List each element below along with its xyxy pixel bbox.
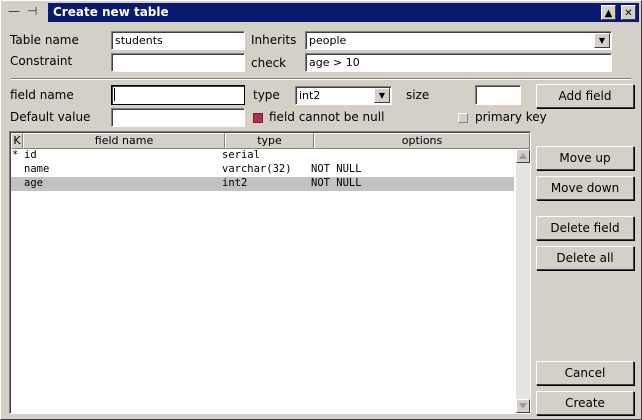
type-value: int2 bbox=[299, 89, 321, 102]
row-type: serial bbox=[222, 149, 260, 161]
row-field-name: name bbox=[24, 163, 50, 175]
delete-all-button[interactable]: Delete all bbox=[536, 246, 634, 270]
pin-icon[interactable]: ⊣ bbox=[27, 4, 37, 18]
window-title: Create new table bbox=[53, 5, 169, 19]
column-header-type[interactable]: type bbox=[225, 133, 314, 149]
chevron-down-icon bbox=[519, 403, 527, 409]
inherits-select[interactable]: people ▼ bbox=[305, 31, 612, 50]
table-name-label: Table name bbox=[10, 33, 79, 47]
default-value-label: Default value bbox=[10, 110, 91, 124]
text-cursor bbox=[114, 88, 115, 101]
vertical-scrollbar[interactable] bbox=[516, 149, 530, 413]
constraint-label: Constraint bbox=[10, 54, 73, 68]
move-up-button[interactable]: Move up bbox=[536, 146, 634, 170]
field-name-input[interactable] bbox=[111, 85, 245, 105]
scroll-up-button[interactable] bbox=[516, 149, 530, 163]
table-row[interactable]: * id serial bbox=[11, 149, 514, 163]
column-header-key[interactable]: K bbox=[11, 133, 23, 149]
default-value-input[interactable] bbox=[111, 108, 245, 127]
maximize-icon: ▲ bbox=[604, 8, 613, 19]
size-label: size bbox=[406, 88, 430, 102]
size-input[interactable] bbox=[475, 85, 521, 105]
chevron-down-icon[interactable]: ▼ bbox=[374, 88, 390, 103]
type-label: type bbox=[253, 88, 280, 102]
row-type: varchar(32) bbox=[222, 163, 292, 175]
maximize-button[interactable]: ▲ bbox=[601, 5, 616, 20]
chevron-down-icon[interactable]: ▼ bbox=[594, 33, 610, 48]
not-null-checkbox[interactable] bbox=[253, 113, 263, 123]
check-input[interactable]: age > 10 bbox=[305, 53, 612, 72]
row-options: NOT NULL bbox=[311, 163, 362, 175]
primary-key-checkbox[interactable] bbox=[458, 113, 468, 123]
separator bbox=[11, 78, 631, 80]
create-button[interactable]: Create bbox=[536, 391, 634, 415]
column-header-field-name[interactable]: field name bbox=[23, 133, 225, 149]
title-bar[interactable]: — ⊣ Create new table ▲ ✕ bbox=[3, 3, 639, 22]
create-table-dialog: — ⊣ Create new table ▲ ✕ Table name stud… bbox=[0, 0, 642, 420]
table-row[interactable]: name varchar(32) NOT NULL bbox=[11, 163, 514, 177]
close-icon: ✕ bbox=[624, 8, 633, 19]
title-bar-controls: — ⊣ bbox=[3, 3, 48, 22]
row-key: * bbox=[12, 149, 19, 161]
constraint-input[interactable] bbox=[111, 53, 245, 72]
add-field-button[interactable]: Add field bbox=[536, 84, 634, 108]
row-field-name: id bbox=[24, 149, 37, 161]
row-type: int2 bbox=[222, 177, 248, 189]
inherits-value: people bbox=[309, 34, 347, 47]
move-down-button[interactable]: Move down bbox=[536, 176, 634, 200]
delete-field-button[interactable]: Delete field bbox=[536, 216, 634, 240]
not-null-label: field cannot be null bbox=[269, 110, 385, 124]
chevron-up-icon bbox=[519, 153, 527, 159]
row-field-name: age bbox=[24, 177, 43, 189]
table-name-input[interactable]: students bbox=[111, 31, 245, 50]
check-label: check bbox=[251, 56, 287, 70]
close-button[interactable]: ✕ bbox=[621, 5, 636, 20]
column-header-options[interactable]: options bbox=[314, 133, 530, 149]
cancel-button[interactable]: Cancel bbox=[536, 361, 634, 385]
scroll-down-button[interactable] bbox=[516, 399, 530, 413]
primary-key-label: primary key bbox=[475, 110, 547, 124]
minimize-icon[interactable]: — bbox=[8, 4, 20, 18]
type-select[interactable]: int2 ▼ bbox=[295, 86, 392, 105]
inherits-label: Inherits bbox=[251, 33, 297, 47]
table-row[interactable]: age int2 NOT NULL bbox=[11, 177, 514, 191]
field-name-label: field name bbox=[10, 88, 74, 102]
row-options: NOT NULL bbox=[311, 177, 362, 189]
fields-table[interactable]: K field name type options * id serial na… bbox=[9, 131, 531, 414]
